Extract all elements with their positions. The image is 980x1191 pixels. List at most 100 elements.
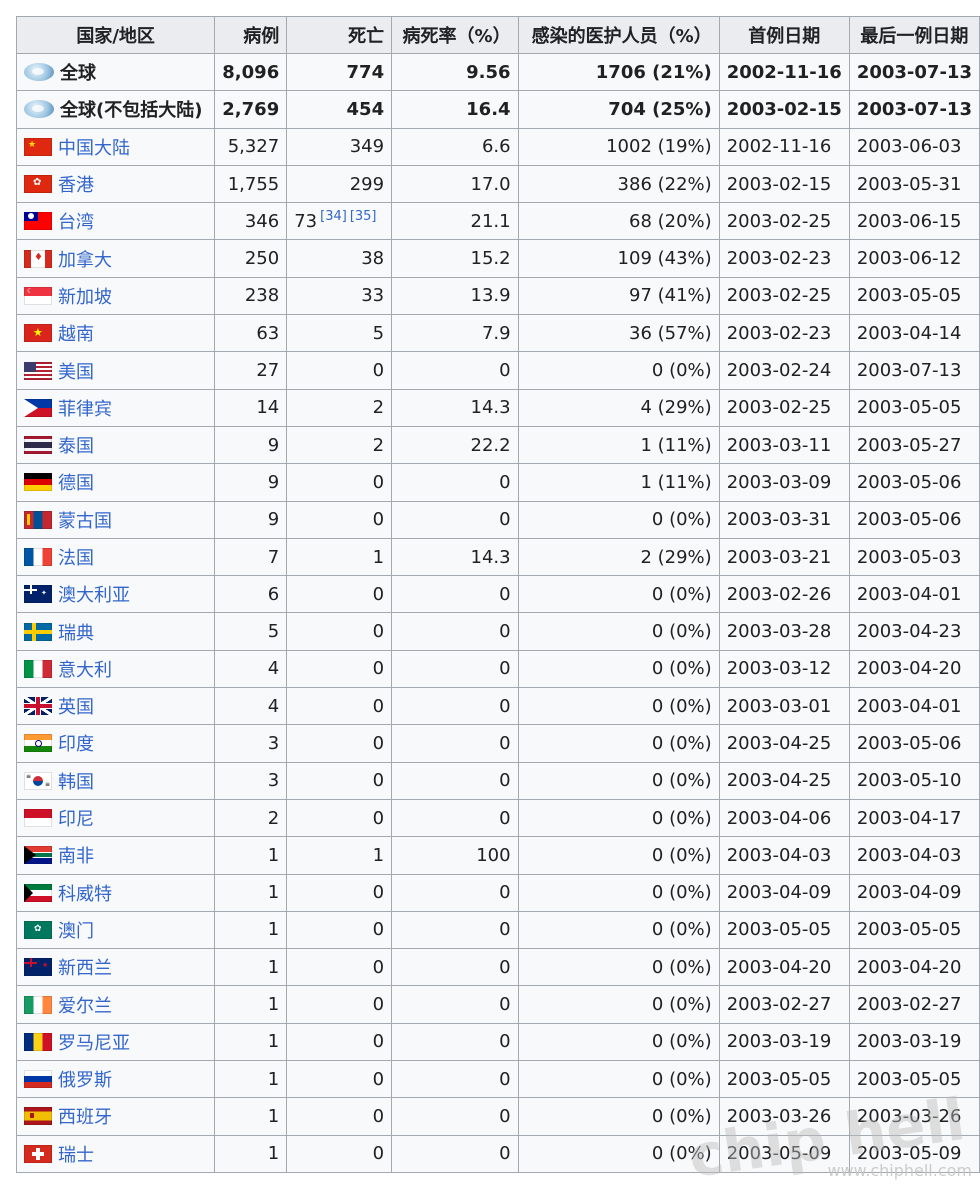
country-link[interactable]: 韩国 [58,768,94,794]
country-link[interactable]: 法国 [58,544,94,570]
fatality-rate-cell: 22.2 [391,425,519,465]
cases-cell: 9 [214,425,288,465]
header-last-case-date[interactable]: 最后一例日期 [848,16,980,54]
country-link[interactable]: 印度 [58,730,94,756]
fatality-rate-cell: 13.9 [391,276,519,316]
country-link[interactable]: 科威特 [58,880,112,906]
country-link[interactable]: 菲律宾 [58,395,112,421]
healthcare-workers-cell: 0 (0%) [517,687,720,726]
country-cell: 泰国 [15,425,216,465]
first-case-date-cell: 2003-03-19 [718,1022,850,1062]
first-case-date-cell: 2003-05-05 [718,910,850,950]
flag-fr-icon [24,548,52,566]
healthcare-workers-cell: 0 (0%) [517,649,720,689]
country-link[interactable]: 台湾 [58,208,94,234]
header-cases[interactable]: 病例 [214,16,288,54]
header-deaths[interactable]: 死亡 [286,16,393,54]
cases-cell: 5,327 [214,127,288,166]
country-cell: ✦ 澳大利亚 [15,575,216,614]
last-case-date-cell: 2003-04-17 [848,798,980,838]
healthcare-workers-cell: 0 (0%) [517,948,720,987]
country-link[interactable]: 澳门 [58,917,94,943]
healthcare-workers-cell: 704 (25%) [517,90,720,129]
flag-sg-icon: ☾ [24,286,52,305]
flag-ro-icon [24,1032,52,1051]
fatality-rate-cell: 0 [391,798,519,838]
healthcare-workers-cell: 97 (41%) [517,276,720,316]
country-cell: ★ 新西兰 [15,948,216,987]
first-case-date-cell: 2003-03-09 [718,463,850,502]
first-case-date-cell: 2002-11-16 [718,127,850,166]
country-link[interactable]: 美国 [58,358,94,384]
country-link[interactable]: 泰国 [58,432,94,458]
deaths-cell: 454 [286,90,393,129]
country-cell-content: 德国 [24,469,207,495]
fatality-rate-cell: 0 [391,910,519,950]
table-row: 蒙古国 9 0 0 0 (0%) 2003-03-31 2003-05-06 [15,500,980,539]
country-link[interactable]: 香港 [58,171,94,197]
healthcare-workers-cell: 4 (29%) [517,388,720,427]
country-link[interactable]: 越南 [58,320,94,346]
country-link[interactable]: 意大利 [58,656,112,682]
country-link[interactable]: 加拿大 [58,246,112,272]
globe-icon [24,100,54,119]
country-cell-content: 意大利 [24,656,207,682]
sars-statistics-table: 国家/地区 病例 死亡 病死率（%） 感染的医护人员（%） 首例日期 最后一例日… [15,16,980,1173]
cases-cell: 1 [214,1134,288,1173]
healthcare-workers-cell: 0 (0%) [517,985,720,1024]
country-cell-content: ✿ 香港 [24,171,207,197]
country-link[interactable]: 新加坡 [58,283,112,309]
last-case-date-cell: 2003-04-20 [848,649,980,689]
fatality-rate-cell: 0 [391,985,519,1024]
last-case-date-cell: 2003-04-01 [848,575,980,614]
deaths-cell: 0 [286,649,393,689]
country-link[interactable]: 瑞典 [58,619,94,645]
country-cell-content: ✦ 澳大利亚 [24,581,207,607]
fatality-rate-cell: 15.2 [391,239,519,278]
country-link[interactable]: 瑞士 [58,1141,94,1167]
country-link[interactable]: 西班牙 [58,1103,112,1129]
deaths-cell: 0 [286,724,393,763]
country-cell-content: 南非 [24,842,207,868]
country-link[interactable]: 印尼 [58,805,94,831]
country-link[interactable]: 英国 [58,693,94,719]
country-cell: 意大利 [15,649,216,689]
header-healthcare-workers[interactable]: 感染的医护人员（%） [517,16,720,54]
header-fatality-rate[interactable]: 病死率（%） [391,16,519,54]
table-row: 泰国 9 2 22.2 1 (11%) 2003-03-11 2003-05-27 [15,425,980,465]
country-link[interactable]: 澳大利亚 [58,581,130,607]
country-link[interactable]: 德国 [58,469,94,495]
last-case-date-cell: 2003-05-10 [848,761,980,800]
chiphell-watermark-url: www.chiphell.com [827,1161,972,1180]
cases-cell: 1 [214,1097,288,1136]
country-link[interactable]: 南非 [58,842,94,868]
deaths-cell: 1 [286,836,393,875]
reference-link[interactable]: [34] [320,209,347,224]
country-link[interactable]: 俄罗斯 [58,1066,112,1092]
healthcare-workers-cell: 0 (0%) [517,761,720,800]
healthcare-workers-cell: 0 (0%) [517,910,720,950]
healthcare-workers-cell: 0 (0%) [517,575,720,614]
country-link[interactable]: 新西兰 [58,954,112,980]
flag-ca-icon: ♦ [24,249,52,268]
cases-cell: 250 [214,239,288,278]
flag-ch-icon [24,1144,52,1163]
cases-cell: 14 [214,388,288,427]
deaths-cell: 774 [286,52,393,92]
flag-nz-icon: ★ [24,958,52,977]
reference-link[interactable]: [35] [350,209,377,224]
country-link[interactable]: 蒙古国 [58,507,112,533]
last-case-date-cell: 2003-04-14 [848,314,980,353]
last-case-date-cell: 2003-06-15 [848,202,980,241]
cases-cell: 5 [214,612,288,651]
country-cell: 俄罗斯 [15,1060,216,1099]
last-case-date-cell: 2003-05-06 [848,463,980,502]
country-link[interactable]: 罗马尼亚 [58,1029,130,1055]
country-link[interactable]: 中国大陆 [58,134,130,160]
deaths-cell: 0 [286,985,393,1024]
country-cell: 南非 [15,836,216,875]
header-country[interactable]: 国家/地区 [15,16,216,54]
fatality-rate-cell: 0 [391,463,519,502]
header-first-case-date[interactable]: 首例日期 [718,16,850,54]
country-link[interactable]: 爱尔兰 [58,992,112,1018]
